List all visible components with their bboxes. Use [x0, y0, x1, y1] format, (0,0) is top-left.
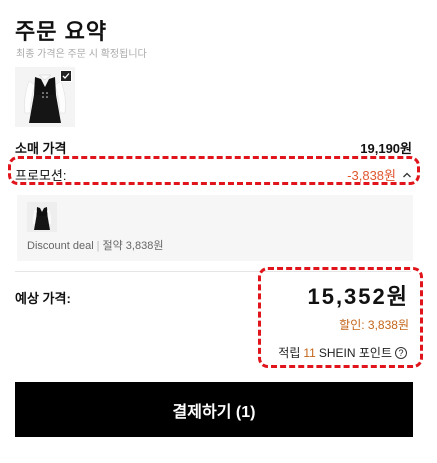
product-thumbnail[interactable] — [15, 67, 75, 127]
deal-description: Discount deal | 절약 3,838원 — [27, 237, 163, 253]
deal-separator: | — [96, 240, 100, 252]
page-title: 주문 요약 — [15, 19, 108, 44]
section-divider — [15, 271, 411, 272]
page-subtitle: 최종 가격은 주문 시 확정됩니다 — [16, 49, 147, 60]
points-prefix: 적립 — [278, 346, 301, 360]
discount-amount: 할인: 3,838원 — [339, 318, 409, 332]
estimated-price-value: 15,352원 — [307, 284, 409, 309]
retail-price-label: 소매 가격 — [15, 141, 67, 156]
retail-price-row: 소매 가격 19,190원 — [15, 138, 412, 157]
points-suffix: SHEIN 포인트 — [318, 346, 392, 360]
chevron-up-icon[interactable] — [402, 170, 412, 180]
deal-name: Discount deal — [27, 240, 94, 252]
question-circle-icon[interactable]: ? — [395, 346, 407, 359]
retail-price-value: 19,190원 — [360, 141, 412, 156]
checkbox-checked-icon[interactable] — [60, 70, 72, 82]
checkout-button[interactable]: 결제하기 (1) — [15, 382, 413, 437]
deal-product-thumbnail — [27, 202, 57, 232]
deal-savings: 절약 3,838원 — [102, 240, 164, 252]
points-number: 11 — [303, 345, 316, 360]
promotion-value: -3,838원 — [347, 168, 396, 183]
dress-image — [27, 202, 57, 232]
promotion-value-group[interactable]: -3,838원 — [347, 165, 412, 184]
estimated-price-label: 예상 가격: — [15, 291, 71, 306]
promotion-row[interactable]: 프로모션: -3,838원 — [15, 165, 412, 184]
promotion-details-panel: Discount deal | 절약 3,838원 — [17, 195, 413, 261]
promotion-label: 프로모션: — [15, 168, 67, 183]
reward-points: 적립 11 SHEIN 포인트 ? — [278, 344, 407, 361]
